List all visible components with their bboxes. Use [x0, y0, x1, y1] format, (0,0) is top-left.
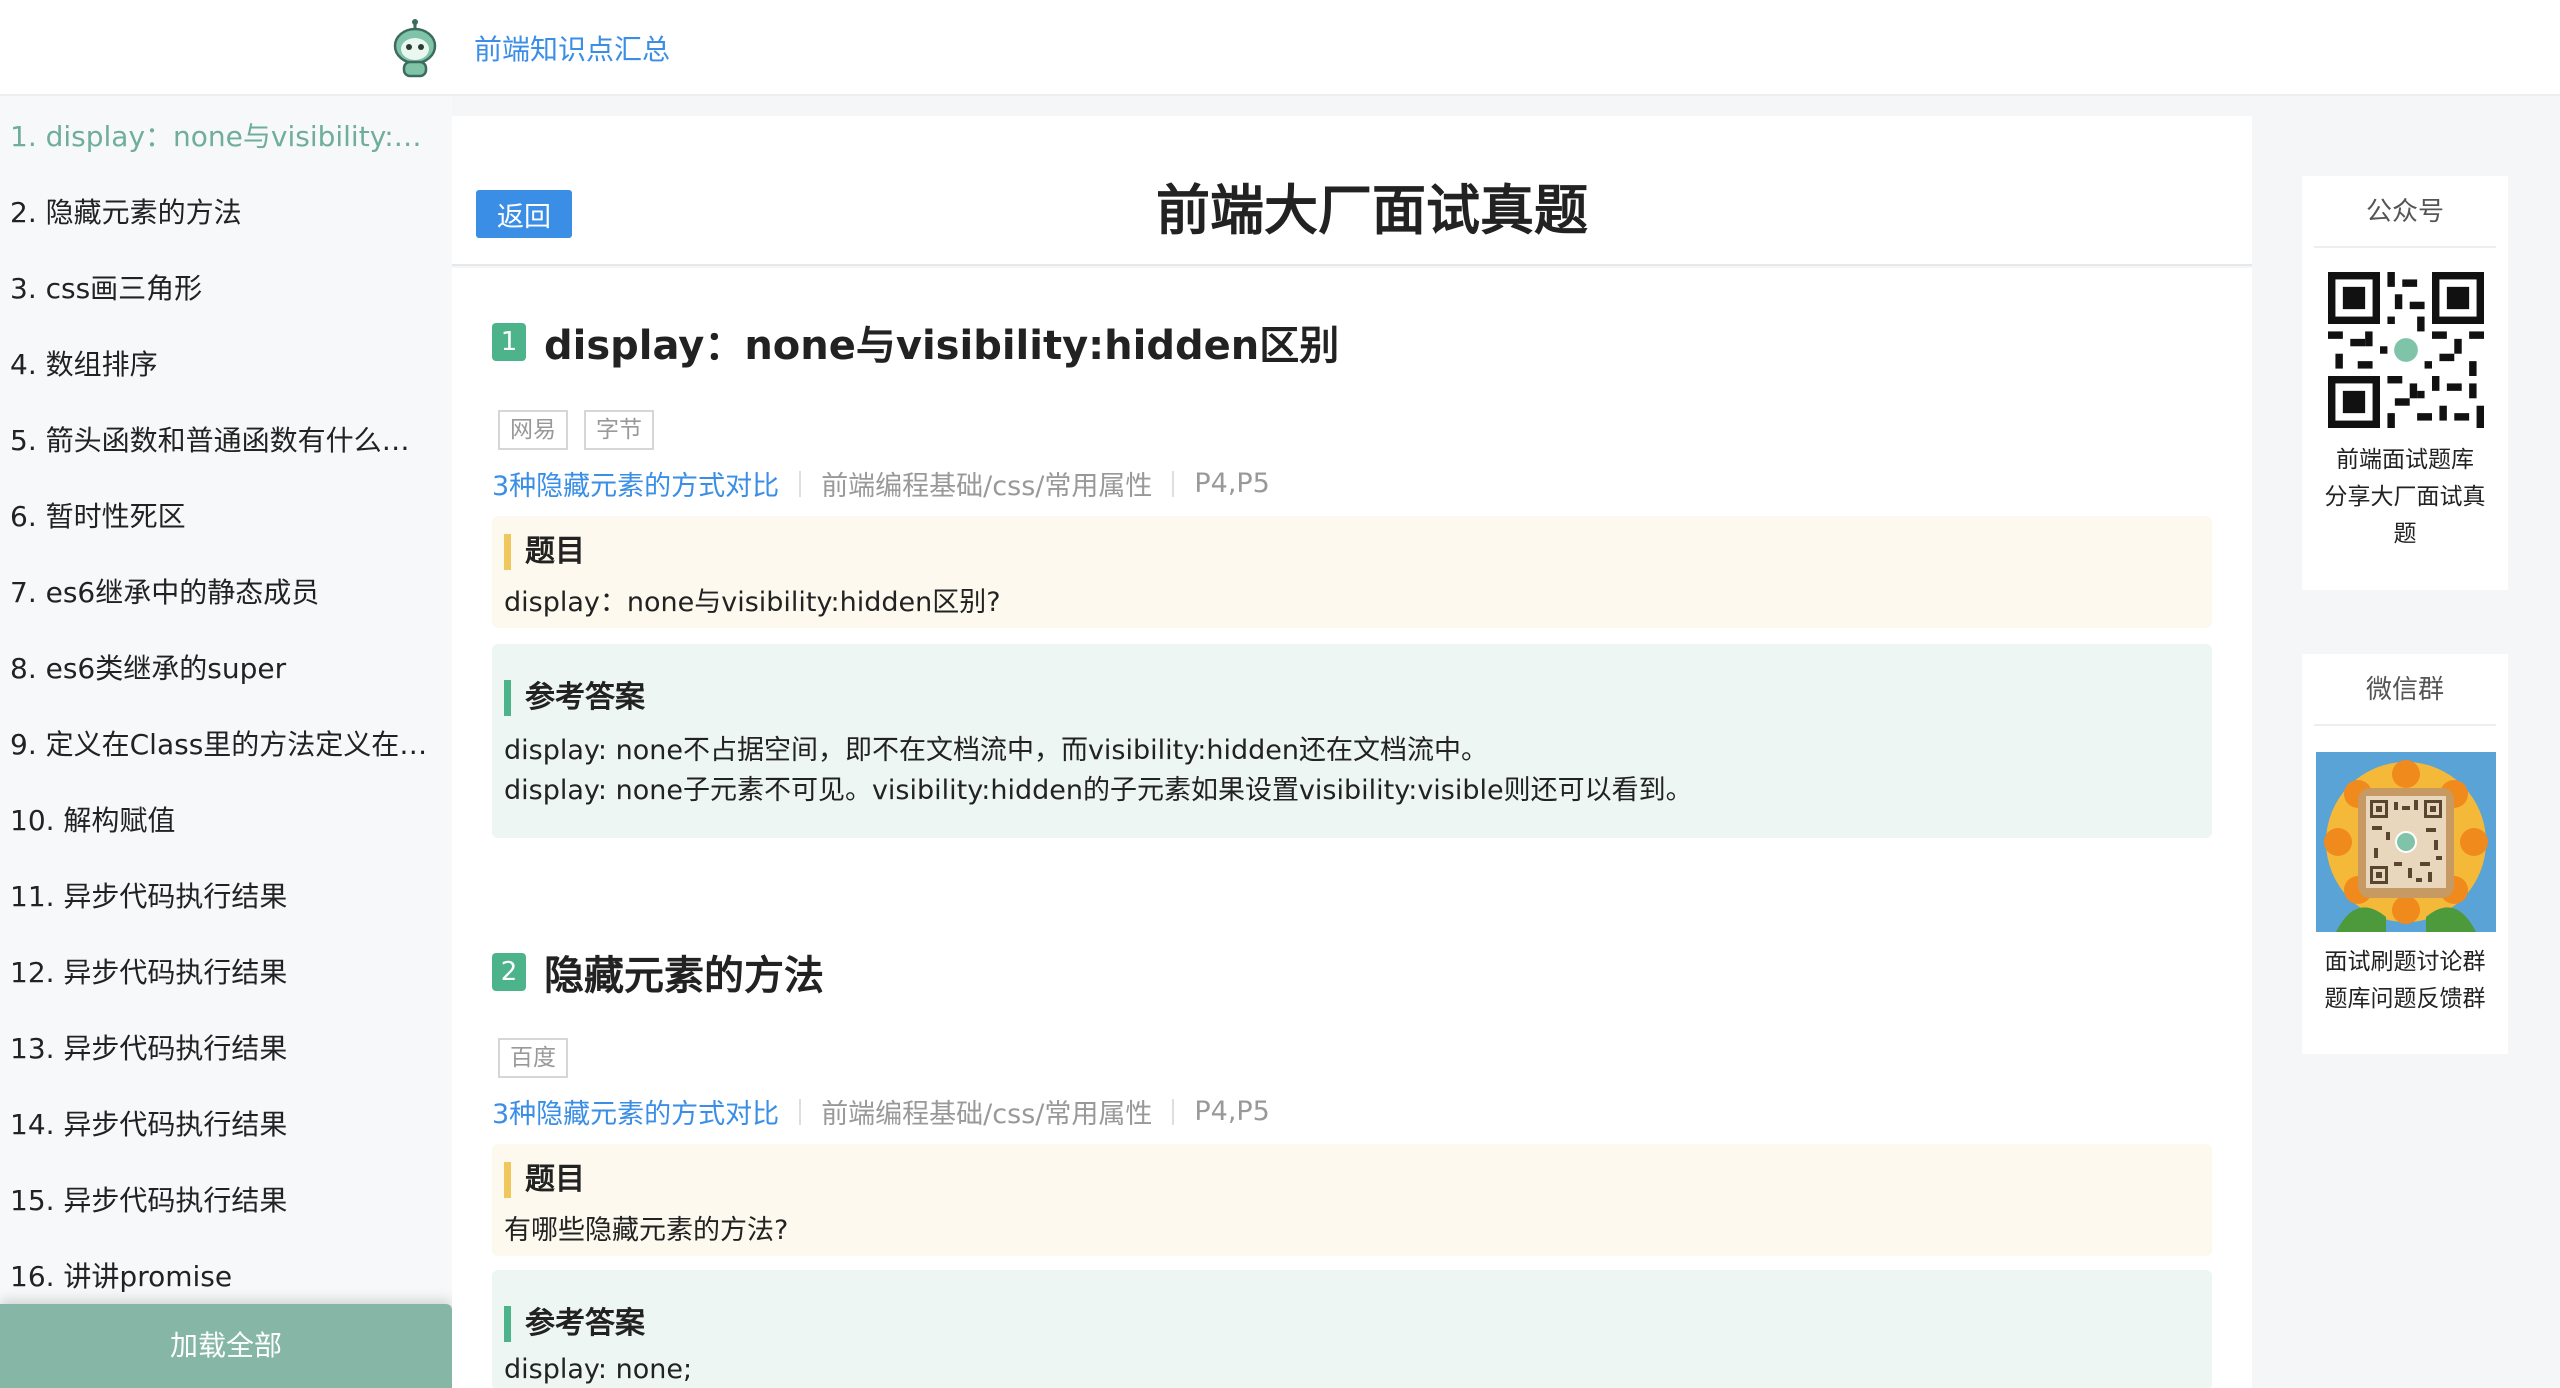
- sidebar-item-2[interactable]: 2. 隐藏元素的方法: [10, 193, 430, 233]
- sidebar-item-1[interactable]: 1. display：none与visibility:hidden区别: [10, 117, 430, 157]
- question-text: display：none与visibility:hidden区别?: [504, 587, 1001, 618]
- page-title: 前端大厂面试真题: [1156, 179, 1588, 242]
- question-meta: 3种隐藏元素的方式对比 前端编程基础/css/常用属性 P4,P5: [492, 464, 1270, 503]
- sidebar-item-15[interactable]: 15. 异步代码执行结果: [10, 1181, 430, 1221]
- qr-code-icon: [2328, 272, 2484, 428]
- official-account-card: 公众号 前端面试题库 分享大厂面试真 题: [2302, 176, 2508, 590]
- top-bar: 前端知识点汇总: [0, 0, 2560, 96]
- sidebar-item-11[interactable]: 11. 异步代码执行结果: [10, 877, 430, 917]
- divider: [799, 470, 802, 497]
- wechat-group-qr-image: [2316, 752, 2496, 932]
- official-account-desc-line: 分享大厂面试真: [2324, 484, 2486, 510]
- divider: [1172, 1098, 1175, 1125]
- company-tag[interactable]: 网易: [498, 410, 568, 450]
- wechat-group-desc-line: 面试刷题讨论群: [2324, 949, 2486, 975]
- company-tag[interactable]: 字节: [584, 410, 654, 450]
- category-path: 前端编程基础/css/常用属性: [821, 1099, 1153, 1130]
- question-label: 题目: [504, 1162, 585, 1198]
- official-account-desc-line: 题: [2393, 521, 2417, 547]
- question-number-badge: 1: [492, 323, 526, 361]
- mascot-logo-icon[interactable]: [392, 18, 438, 80]
- category-path: 前端编程基础/css/常用属性: [821, 471, 1153, 502]
- sidebar-item-12[interactable]: 12. 异步代码执行结果: [10, 953, 430, 993]
- divider: [1172, 470, 1175, 497]
- sidebar-item-3[interactable]: 3. css画三角形: [10, 269, 430, 309]
- question-box: 题目 有哪些隐藏元素的方法?: [492, 1144, 2212, 1256]
- answer-label: 参考答案: [504, 680, 645, 716]
- question-title-text[interactable]: display：none与visibility:hidden区别: [544, 313, 1339, 371]
- site-title[interactable]: 前端知识点汇总: [474, 28, 670, 68]
- company-tags: 网易 字节: [498, 410, 670, 450]
- page-header-card: 返回 前端大厂面试真题: [452, 116, 2252, 266]
- company-tag[interactable]: 百度: [498, 1038, 568, 1078]
- level-label: P4,P5: [1194, 468, 1270, 499]
- question-text: 有哪些隐藏元素的方法?: [504, 1215, 789, 1246]
- related-article-link[interactable]: 3种隐藏元素的方式对比: [492, 1092, 779, 1131]
- question-card-1: 1 display：none与visibility:hidden区别 网易 字节…: [452, 268, 2252, 964]
- question-label: 题目: [504, 534, 585, 570]
- official-account-desc-line: 前端面试题库: [2336, 447, 2474, 473]
- sidebar: 1. display：none与visibility:hidden区别 2. 隐…: [0, 96, 452, 1388]
- main-content: 返回 前端大厂面试真题 1 display：none与visibility:hi…: [452, 96, 2252, 1388]
- sidebar-item-5[interactable]: 5. 箭头函数和普通函数有什么区别: [10, 421, 430, 461]
- question-title-text[interactable]: 隐藏元素的方法: [544, 943, 824, 1001]
- wechat-group-card: 微信群 面试刷题讨论群 题库问题反馈群: [2302, 654, 2508, 1054]
- sidebar-item-16[interactable]: 16. 讲讲promise: [10, 1257, 430, 1297]
- load-all-button[interactable]: 加载全部: [0, 1304, 452, 1388]
- wechat-group-title: 微信群: [2314, 654, 2496, 726]
- sidebar-item-7[interactable]: 7. es6继承中的静态成员: [10, 573, 430, 613]
- official-account-title: 公众号: [2314, 176, 2496, 248]
- sidebar-item-14[interactable]: 14. 异步代码执行结果: [10, 1105, 430, 1145]
- wechat-group-desc-line: 题库问题反馈群: [2324, 986, 2486, 1012]
- sidebar-item-8[interactable]: 8. es6类继承的super: [10, 649, 430, 689]
- question-card-2: 2 隐藏元素的方法 百度 3种隐藏元素的方式对比 前端编程基础/css/常用属性…: [452, 898, 2252, 1388]
- question-title-2: 2 隐藏元素的方法: [492, 942, 824, 1002]
- answer-line: display: none;: [504, 1354, 693, 1385]
- sidebar-item-6[interactable]: 6. 暂时性死区: [10, 497, 430, 537]
- answer-line: display: none子元素不可见。visibility:hidden的子元…: [504, 775, 1693, 806]
- divider: [799, 1098, 802, 1125]
- answer-box: 参考答案 display: none;: [492, 1270, 2212, 1388]
- sidebar-item-13[interactable]: 13. 异步代码执行结果: [10, 1029, 430, 1069]
- question-box: 题目 display：none与visibility:hidden区别?: [492, 516, 2212, 628]
- answer-line: display: none不占据空间，即不在文档流中，而visibility:h…: [504, 735, 1488, 766]
- sidebar-item-4[interactable]: 4. 数组排序: [10, 345, 430, 385]
- answer-label: 参考答案: [504, 1306, 645, 1342]
- related-article-link[interactable]: 3种隐藏元素的方式对比: [492, 464, 779, 503]
- sidebar-item-10[interactable]: 10. 解构赋值: [10, 801, 430, 841]
- answer-box: 参考答案 display: none不占据空间，即不在文档流中，而visibil…: [492, 644, 2212, 838]
- company-tags: 百度: [498, 1038, 584, 1078]
- level-label: P4,P5: [1194, 1096, 1270, 1127]
- question-title-1: 1 display：none与visibility:hidden区别: [492, 312, 1339, 372]
- question-number-badge: 2: [492, 953, 526, 991]
- question-meta: 3种隐藏元素的方式对比 前端编程基础/css/常用属性 P4,P5: [492, 1092, 1270, 1131]
- sidebar-item-9[interactable]: 9. 定义在Class里的方法定义在哪里: [10, 725, 430, 765]
